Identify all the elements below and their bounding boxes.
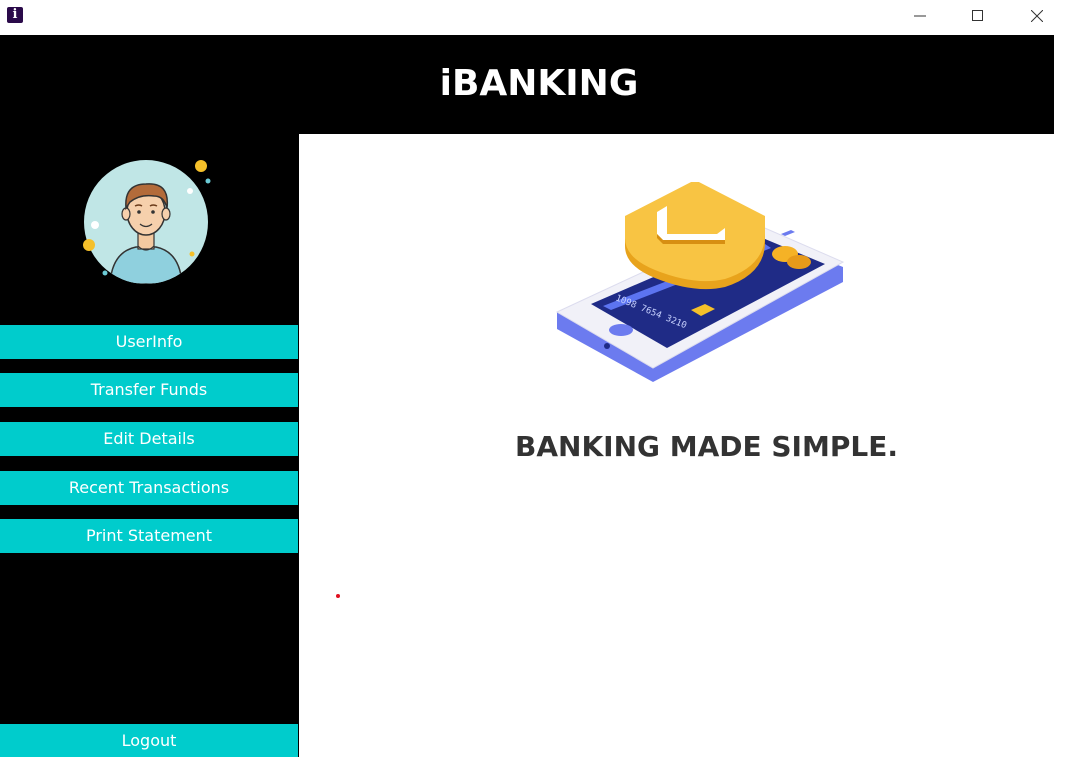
sidebar-item-userinfo[interactable]: UserInfo bbox=[0, 325, 298, 359]
app-header: iBANKING bbox=[0, 35, 1054, 134]
secure-phone-illustration: 1098 7654 3210 bbox=[555, 182, 845, 382]
user-avatar bbox=[83, 160, 211, 284]
sidebar-item-print-statement[interactable]: Print Statement bbox=[0, 519, 298, 553]
maximize-icon bbox=[972, 10, 983, 21]
sidebar: UserInfo Transfer Funds Edit Details Rec… bbox=[0, 134, 299, 757]
main-content: 1098 7654 3210 BANKING MADE SIMPLE. bbox=[299, 134, 1054, 757]
tagline: BANKING MADE SIMPLE. bbox=[515, 430, 898, 463]
logout-button[interactable]: Logout bbox=[0, 724, 298, 757]
sidebar-item-transfer-funds[interactable]: Transfer Funds bbox=[0, 373, 298, 407]
close-icon bbox=[1031, 10, 1043, 22]
app-icon: i bbox=[7, 7, 23, 23]
app-window: i iBANKING UserInfo Transfer Funds Edit … bbox=[0, 0, 1067, 757]
sidebar-item-recent-transactions[interactable]: Recent Transactions bbox=[0, 471, 298, 505]
minimize-button[interactable] bbox=[891, 0, 949, 32]
minimize-icon bbox=[914, 15, 926, 17]
sidebar-item-edit-details[interactable]: Edit Details bbox=[0, 422, 298, 456]
window-edge bbox=[1054, 35, 1067, 757]
maximize-button[interactable] bbox=[949, 0, 1007, 32]
title-bar: i bbox=[0, 0, 1067, 35]
app-title: iBANKING bbox=[439, 63, 639, 104]
close-button[interactable] bbox=[1008, 0, 1066, 32]
red-marker-dot bbox=[336, 594, 340, 598]
